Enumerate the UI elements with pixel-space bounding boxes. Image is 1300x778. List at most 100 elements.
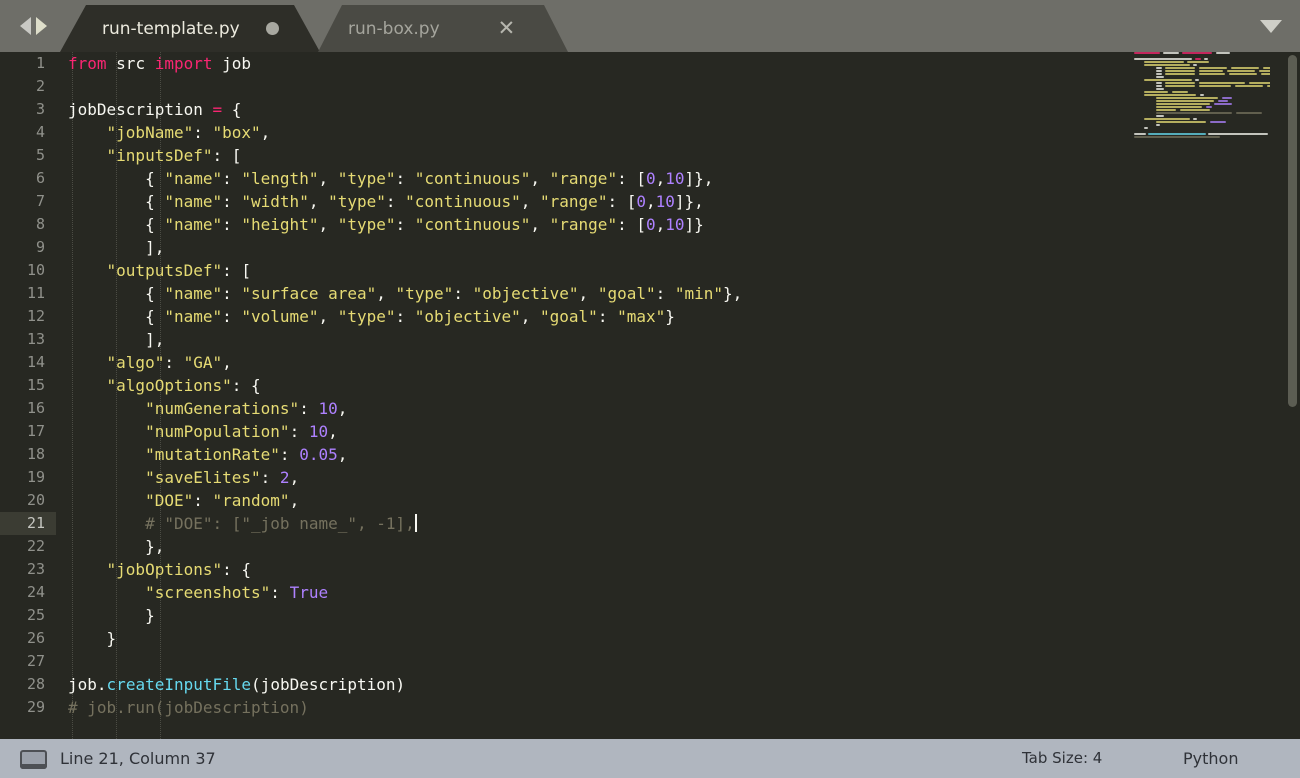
minimap-token [1208, 133, 1268, 135]
line-number: 10 [26, 261, 45, 279]
minimap-token [1187, 61, 1209, 63]
code-line[interactable]: 26 } [0, 627, 1300, 650]
unsaved-dot-icon[interactable] [265, 22, 279, 35]
code-line[interactable]: 19 "saveElites": 2, [0, 466, 1300, 489]
token: : [655, 284, 675, 303]
language-status[interactable]: Python [1183, 749, 1238, 768]
minimap-token [1156, 85, 1162, 87]
minimap-token [1200, 94, 1204, 96]
line-source: jobDescription = { [68, 98, 241, 121]
token: : [ [617, 169, 646, 188]
code-line[interactable]: 18 "mutationRate": 0.05, [0, 443, 1300, 466]
minimap-token [1165, 70, 1195, 72]
code-content[interactable]: 1 from src import job 2 3 jobDescription = {… [0, 52, 1300, 739]
code-line[interactable]: 28 job.createInputFile(jobDescription) [0, 673, 1300, 696]
monitor-icon[interactable] [20, 750, 47, 769]
chevron-down-icon[interactable] [1260, 20, 1282, 33]
token: , [520, 307, 541, 326]
code-line[interactable]: 2 [0, 75, 1300, 98]
vertical-scrollbar[interactable] [1284, 52, 1300, 739]
minimap-token [1144, 127, 1148, 129]
code-line[interactable]: 13 ], [0, 328, 1300, 351]
line-source: } [68, 627, 117, 650]
token: "DOE" [145, 491, 194, 510]
editor-pane[interactable]: 1 from src import job 2 3 jobDescription = {… [0, 52, 1300, 739]
code-line[interactable]: 3 jobDescription = { [0, 98, 1300, 121]
tab-run-box-py[interactable]: run-box.py ✕ [318, 5, 568, 52]
line-number: 24 [26, 583, 45, 601]
minimap-token [1156, 103, 1210, 105]
minimap[interactable] [1130, 52, 1270, 739]
minimap-token [1165, 85, 1195, 87]
token: , [318, 307, 338, 326]
line-number: 11 [26, 284, 45, 302]
code-line[interactable]: 17 "numPopulation": 10, [0, 420, 1300, 443]
token: , [646, 192, 656, 211]
line-source: { "name": "surface area", "type": "objec… [68, 282, 742, 305]
tab-size-status[interactable]: Tab Size: 4 [1022, 749, 1102, 767]
token: : [453, 284, 473, 303]
token: "numPopulation" [145, 422, 290, 441]
code-line[interactable]: 11 { "name": "surface area", "type": "ob… [0, 282, 1300, 305]
minimap-token [1231, 67, 1259, 69]
code-line[interactable]: 22 }, [0, 535, 1300, 558]
code-line[interactable]: 24 "screenshots": True [0, 581, 1300, 604]
minimap-token [1267, 85, 1270, 87]
code-line[interactable]: 1 from src import job [0, 52, 1300, 75]
line-source: "saveElites": 2, [68, 466, 299, 489]
code-line[interactable]: 16 "numGenerations": 10, [0, 397, 1300, 420]
code-line[interactable]: 27 [0, 650, 1300, 673]
token: , [520, 192, 541, 211]
close-icon[interactable]: ✕ [498, 18, 516, 39]
token: 10 [318, 399, 338, 418]
minimap-token [1134, 133, 1146, 135]
code-line[interactable]: 21 # "DOE": ["_job name_", -1], [0, 512, 1300, 535]
token: (jobDescription) [251, 675, 406, 694]
token: "height" [241, 215, 319, 234]
token: 0 [645, 215, 656, 234]
arrow-right-icon[interactable] [36, 17, 47, 35]
line-number: 6 [35, 169, 45, 187]
minimap-token [1193, 64, 1197, 66]
code-line[interactable]: 12 { "name": "volume", "type": "objectiv… [0, 305, 1300, 328]
token: , [318, 169, 338, 188]
code-line[interactable]: 15 "algoOptions": { [0, 374, 1300, 397]
arrow-left-icon[interactable] [20, 17, 31, 35]
minimap-token [1144, 61, 1184, 63]
token: , [260, 123, 271, 142]
minimap-token [1193, 118, 1197, 120]
token: "objective" [414, 307, 521, 326]
token: "continuous" [414, 215, 531, 234]
token: = [212, 100, 223, 119]
tab-run-template-py[interactable]: run-template.py [60, 5, 320, 52]
minimap-token [1156, 109, 1176, 111]
code-line[interactable]: 4 "jobName": "box", [0, 121, 1300, 144]
code-line[interactable]: 20 "DOE": "random", [0, 489, 1300, 512]
code-line[interactable]: 14 "algo": "GA", [0, 351, 1300, 374]
code-line[interactable]: 23 "jobOptions": { [0, 558, 1300, 581]
scrollbar-thumb[interactable] [1288, 55, 1297, 407]
code-line[interactable]: 6 { "name": "length", "type": "continuou… [0, 167, 1300, 190]
token: , [328, 422, 338, 441]
minimap-token [1156, 112, 1232, 114]
token: : [222, 307, 242, 326]
line-source: }, [68, 535, 164, 558]
token: { [68, 192, 165, 211]
code-line[interactable]: 9 ], [0, 236, 1300, 259]
code-line[interactable]: 5 "inputsDef": [ [0, 144, 1300, 167]
token: job [68, 675, 97, 694]
code-line[interactable]: 29 # job.run(jobDescription) [0, 696, 1300, 719]
token: 10 [665, 215, 685, 234]
code-line[interactable]: 10 "outputsDef": [ [0, 259, 1300, 282]
minimap-token [1199, 85, 1231, 87]
token: , [337, 445, 348, 464]
code-line[interactable]: 7 { "name": "width", "type": "continuous… [0, 190, 1300, 213]
token: : [299, 399, 319, 418]
code-line[interactable]: 25 } [0, 604, 1300, 627]
tab-bar: run-template.py run-box.py ✕ [0, 0, 1300, 52]
token: 2 [279, 468, 290, 487]
token: }, [723, 284, 743, 303]
code-line[interactable]: 8 { "name": "height", "type": "continuou… [0, 213, 1300, 236]
line-source: "numGenerations": 10, [68, 397, 347, 420]
